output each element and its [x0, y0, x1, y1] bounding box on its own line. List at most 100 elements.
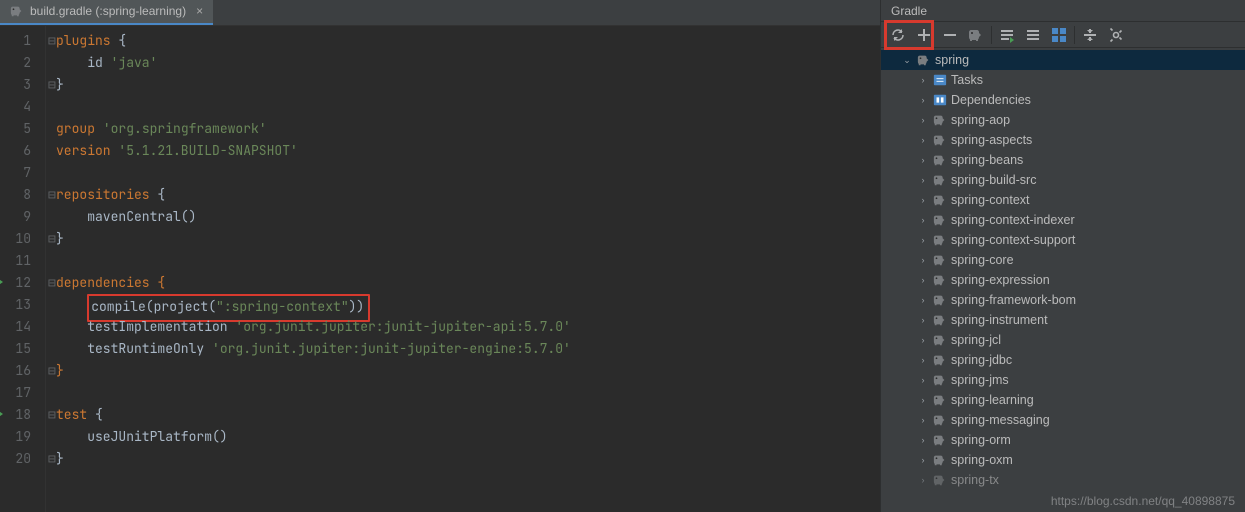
gutter-line: 3 [0, 74, 31, 96]
expand-arrow-icon[interactable]: › [917, 435, 929, 445]
code-line[interactable]: ⊟} [56, 360, 880, 382]
expand-arrow-icon[interactable]: › [917, 75, 929, 85]
tree-item-label: spring-orm [951, 433, 1011, 447]
expand-arrow-icon[interactable]: › [917, 155, 929, 165]
toggle-button[interactable] [1020, 23, 1046, 47]
expand-arrow-icon[interactable]: › [917, 275, 929, 285]
gutter-line: 11 [0, 250, 31, 272]
tree-item-spring-jms[interactable]: ›spring-jms [881, 370, 1245, 390]
expand-arrow-icon[interactable]: › [917, 415, 929, 425]
expand-arrow-icon[interactable]: › [917, 395, 929, 405]
tree-item-spring-instrument[interactable]: ›spring-instrument [881, 310, 1245, 330]
code-line[interactable] [56, 162, 880, 184]
editor-tab-active[interactable]: build.gradle (:spring-learning) × [0, 0, 213, 25]
expand-arrow-icon[interactable]: › [917, 95, 929, 105]
expand-arrow-icon[interactable]: ⌄ [901, 55, 913, 66]
settings-button[interactable] [1103, 23, 1129, 47]
code-line[interactable]: ⊟dependencies { [56, 272, 880, 294]
tree-item-label: spring-context [951, 193, 1030, 207]
tree-item-spring-aop[interactable]: ›spring-aop [881, 110, 1245, 130]
fold-icon[interactable]: ⊟ [48, 272, 56, 294]
toggle-icon [1025, 27, 1041, 43]
tree-item-spring-context-support[interactable]: › spring-context-support [881, 230, 1245, 250]
tree-item-dependencies[interactable]: ›Dependencies [881, 90, 1245, 110]
tree-item-tasks[interactable]: ›Tasks [881, 70, 1245, 90]
expand-arrow-icon[interactable]: › [917, 235, 929, 245]
code-line[interactable]: ⊟} [56, 74, 880, 96]
tree-item-label: spring-context-support [951, 233, 1075, 247]
expand-arrow-icon[interactable]: › [917, 375, 929, 385]
code-line[interactable]: ⊟repositories { [56, 184, 880, 206]
code-line[interactable]: testRuntimeOnly 'org.junit.jupiter:junit… [56, 338, 880, 360]
tree-item-spring-messaging[interactable]: ›spring-messaging [881, 410, 1245, 430]
fold-icon[interactable]: ⊟ [48, 448, 56, 470]
elephant-icon [933, 173, 947, 187]
add-button[interactable] [911, 23, 937, 47]
gradle-project-tree[interactable]: ⌄spring›Tasks›Dependencies›spring-aop›sp… [881, 48, 1245, 512]
code-line[interactable]: ⊟test { [56, 404, 880, 426]
expand-arrow-icon[interactable]: › [917, 195, 929, 205]
tree-item-label: spring-context-indexer [951, 213, 1075, 227]
tree-item-label: spring-framework-bom [951, 293, 1076, 307]
execute-button[interactable] [994, 23, 1020, 47]
code-line[interactable]: ⊟plugins { [56, 30, 880, 52]
tree-item-spring-learning[interactable]: ›spring-learning [881, 390, 1245, 410]
expand-arrow-icon[interactable]: › [917, 295, 929, 305]
tree-item-spring-build-src[interactable]: ›spring-build-src [881, 170, 1245, 190]
expand-arrow-icon[interactable]: › [917, 175, 929, 185]
close-icon[interactable]: × [196, 5, 203, 17]
fold-icon[interactable]: ⊟ [48, 228, 56, 250]
tree-item-spring[interactable]: ⌄spring [881, 50, 1245, 70]
code-line[interactable]: mavenCentral() [56, 206, 880, 228]
tree-item-spring-tx[interactable]: ›spring-tx [881, 470, 1245, 490]
tree-item-label: spring-oxm [951, 453, 1013, 467]
gutter-line: 15 [0, 338, 31, 360]
elephant-icon [933, 413, 947, 427]
tree-item-spring-jdbc[interactable]: › spring-jdbc [881, 350, 1245, 370]
tree-item-spring-context-indexer[interactable]: › spring-context-indexer [881, 210, 1245, 230]
code-line[interactable]: compile(project(":spring-context")) [56, 294, 880, 316]
code-line[interactable]: useJUnitPlatform() [56, 426, 880, 448]
code-line[interactable] [56, 96, 880, 118]
gradle-toolbar [881, 22, 1245, 48]
tree-item-label: spring-jdbc [951, 353, 1012, 367]
expand-arrow-icon[interactable]: › [917, 115, 929, 125]
fold-icon[interactable]: ⊟ [48, 74, 56, 96]
expand-arrow-icon[interactable]: › [917, 355, 929, 365]
code-line[interactable]: id 'java' [56, 52, 880, 74]
fold-icon[interactable]: ⊟ [48, 184, 56, 206]
expand-arrow-icon[interactable]: › [917, 255, 929, 265]
code-line[interactable]: ⊟} [56, 448, 880, 470]
expand-arrow-icon[interactable]: › [917, 455, 929, 465]
fold-icon[interactable]: ⊟ [48, 360, 56, 382]
tree-item-spring-aspects[interactable]: ›spring-aspects [881, 130, 1245, 150]
tree-item-label: spring-jcl [951, 333, 1001, 347]
code-line[interactable]: testImplementation 'org.junit.jupiter:ju… [56, 316, 880, 338]
code-line[interactable]: group 'org.springframework' [56, 118, 880, 140]
code-line[interactable] [56, 382, 880, 404]
expand-arrow-icon[interactable]: › [917, 315, 929, 325]
grid-button[interactable] [1046, 23, 1072, 47]
expand-arrow-icon[interactable]: › [917, 215, 929, 225]
tree-item-spring-expression[interactable]: ›spring-expression [881, 270, 1245, 290]
tree-item-spring-beans[interactable]: ›spring-beans [881, 150, 1245, 170]
expand-arrow-icon[interactable]: › [917, 475, 929, 485]
refresh-button[interactable] [885, 23, 911, 47]
remove-button[interactable] [937, 23, 963, 47]
fold-icon[interactable]: ⊟ [48, 30, 56, 52]
code-line[interactable]: version '5.1.21.BUILD-SNAPSHOT' [56, 140, 880, 162]
elephant-button[interactable] [963, 23, 989, 47]
fold-icon[interactable]: ⊟ [48, 404, 56, 426]
tree-item-spring-context[interactable]: › spring-context [881, 190, 1245, 210]
tree-item-spring-orm[interactable]: › spring-orm [881, 430, 1245, 450]
tree-item-spring-core[interactable]: ›spring-core [881, 250, 1245, 270]
tree-item-spring-oxm[interactable]: › spring-oxm [881, 450, 1245, 470]
editor-code-area[interactable]: ⊟plugins { id 'java'⊟} group 'org.spring… [46, 26, 880, 512]
tree-item-spring-framework-bom[interactable]: › spring-framework-bom [881, 290, 1245, 310]
expand-arrow-icon[interactable]: › [917, 135, 929, 145]
code-line[interactable]: ⊟} [56, 228, 880, 250]
tree-item-spring-jcl[interactable]: › spring-jcl [881, 330, 1245, 350]
expand-arrow-icon[interactable]: › [917, 335, 929, 345]
collapse-button[interactable] [1077, 23, 1103, 47]
code-line[interactable] [56, 250, 880, 272]
